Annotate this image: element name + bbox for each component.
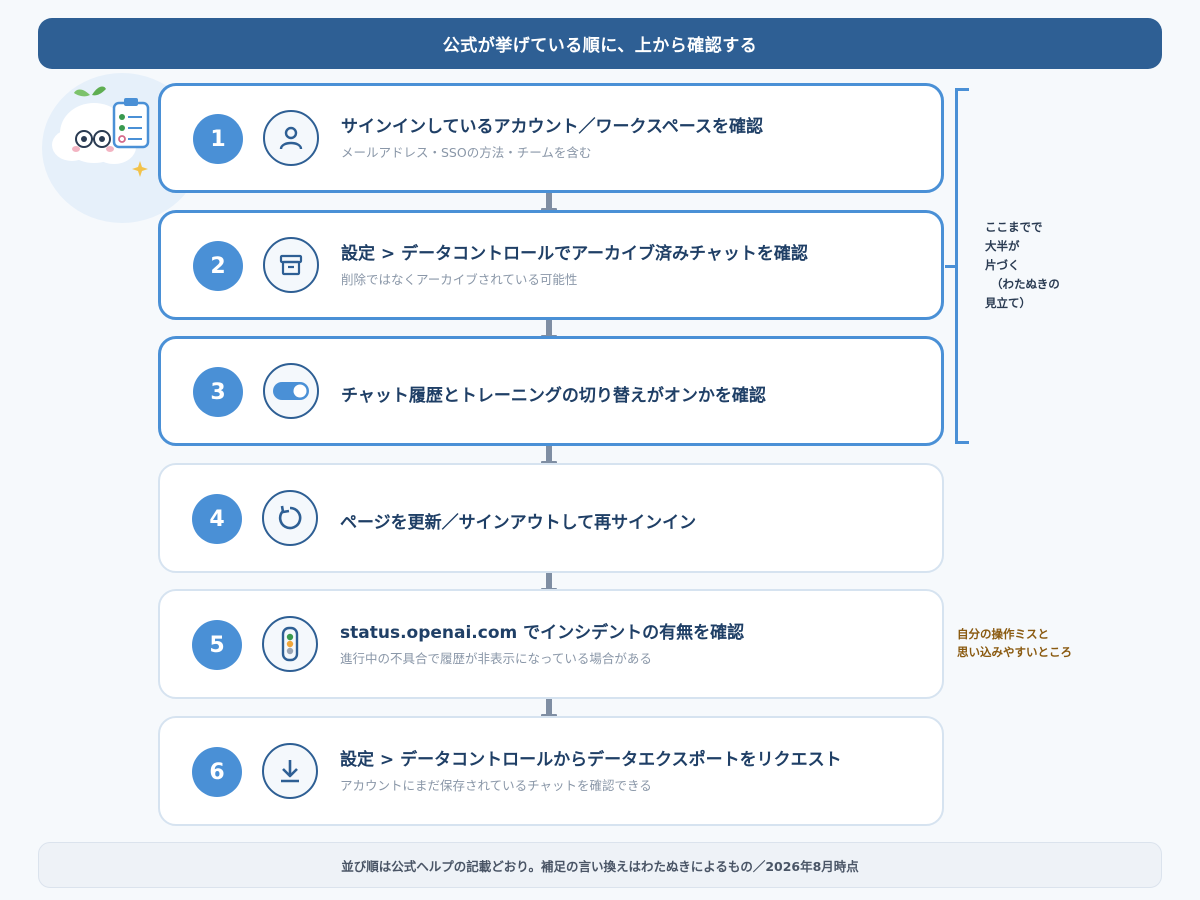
step-title: status.openai.com でインシデントの有無を確認 xyxy=(340,623,745,643)
step-title: 設定 > データコントロールからデータエクスポートをリクエスト xyxy=(340,750,842,770)
step-card-6: 6 設定 > データコントロールからデータエクスポートをリクエスト アカウントに… xyxy=(158,716,944,826)
connector-4-5 xyxy=(541,572,557,592)
archive-box-icon xyxy=(263,237,319,293)
traffic-light-icon xyxy=(262,616,318,672)
page-header: 公式が挙げている順に、上から確認する xyxy=(38,18,1162,69)
step-number: 2 xyxy=(193,241,243,291)
step-card-4: 4 ページを更新／サインアウトして再サインイン xyxy=(158,463,944,573)
step-subtitle: アカウントにまだ保存されているチャットを確認できる xyxy=(340,778,652,793)
refresh-icon xyxy=(262,490,318,546)
connector-2-3 xyxy=(541,319,557,339)
step-number: 4 xyxy=(192,494,242,544)
step-subtitle: 削除ではなくアーカイブされている可能性 xyxy=(341,272,578,287)
step-number: 1 xyxy=(193,114,243,164)
step-number: 3 xyxy=(193,367,243,417)
warn-note-line: 自分の操作ミスと xyxy=(957,627,1049,641)
side-note: ここまでで 大半が 片づく （わたぬきの 見立て） xyxy=(985,218,1060,313)
side-note-line: 片づく xyxy=(985,258,1020,272)
warn-note-line: 思い込みやすいところ xyxy=(957,645,1072,659)
user-icon xyxy=(263,110,319,166)
connector-3-4 xyxy=(541,445,557,465)
group-bracket xyxy=(945,88,969,444)
step-card-2: 2 設定 > データコントロールでアーカイブ済みチャットを確認 削除ではなくアー… xyxy=(158,210,944,320)
footer-text: 並び順は公式ヘルプの記載どおり。補足の言い換えはわたぬきによるもの／2026年8… xyxy=(341,858,859,874)
side-note-line: 大半が xyxy=(985,239,1020,253)
side-note-line: （わたぬきの xyxy=(991,277,1060,291)
side-note-line: 見立て） xyxy=(985,296,1031,310)
connector-1-2 xyxy=(541,192,557,212)
connector-5-6 xyxy=(541,698,557,718)
step-number: 5 xyxy=(192,620,242,670)
toggle-switch-icon xyxy=(263,363,319,419)
side-note-line: ここまでで xyxy=(985,220,1043,234)
warn-note: 自分の操作ミスと 思い込みやすいところ xyxy=(957,625,1072,661)
step-subtitle: 進行中の不具合で履歴が非表示になっている場合がある xyxy=(340,651,652,666)
step-title: 設定 > データコントロールでアーカイブ済みチャットを確認 xyxy=(341,244,808,264)
step-card-5: 5 status.openai.com でインシデントの有無を確認 進行中の不具… xyxy=(158,589,944,699)
step-title: チャット履歴とトレーニングの切り替えがオンかを確認 xyxy=(341,386,766,406)
step-title: サインインしているアカウント／ワークスペースを確認 xyxy=(341,117,763,137)
download-icon xyxy=(262,743,318,799)
page-title: 公式が挙げている順に、上から確認する xyxy=(442,36,758,56)
footer-note: 並び順は公式ヘルプの記載どおり。補足の言い換えはわたぬきによるもの／2026年8… xyxy=(38,842,1162,888)
step-title: ページを更新／サインアウトして再サインイン xyxy=(340,513,697,533)
step-number: 6 xyxy=(192,747,242,797)
step-subtitle: メールアドレス・SSOの方法・チームを含む xyxy=(341,145,592,160)
step-card-1: 1 サインインしているアカウント／ワークスペースを確認 メールアドレス・SSOの… xyxy=(158,83,944,193)
step-card-3: 3 チャット履歴とトレーニングの切り替えがオンかを確認 xyxy=(158,336,944,446)
